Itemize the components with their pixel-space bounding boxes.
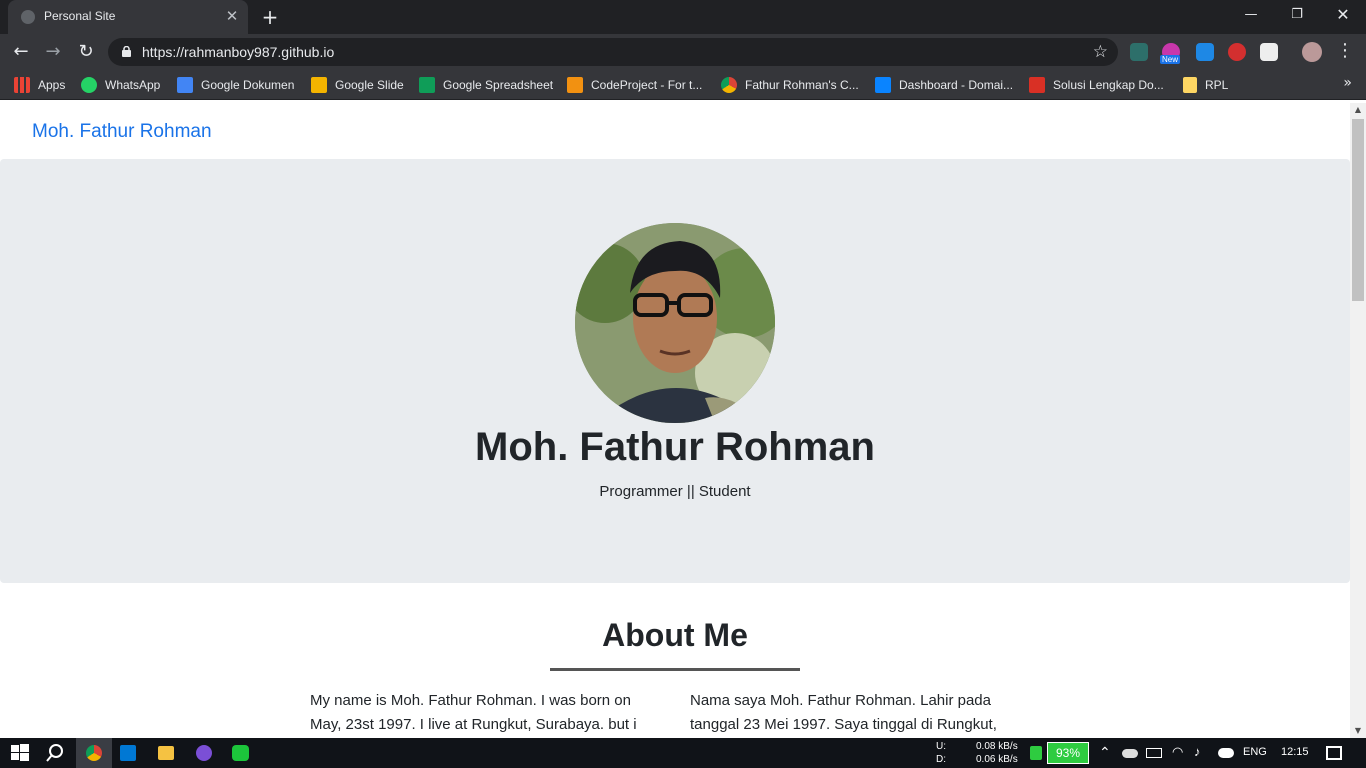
file-explorer-icon[interactable]: [158, 746, 174, 760]
google-sheets-icon: [419, 77, 435, 93]
menu-icon[interactable]: ⋮: [1336, 40, 1354, 61]
profile-avatar[interactable]: [1302, 42, 1322, 62]
wifi-icon[interactable]: ◠: [1172, 744, 1183, 760]
chrome-icon: [86, 745, 102, 761]
browser-toolbar: ← → ↻ https://rahmanboy987.github.io ☆ ⋮: [0, 34, 1366, 70]
battery-status-icon[interactable]: [1146, 748, 1162, 758]
close-tab-icon[interactable]: ✕: [223, 7, 241, 25]
profile-photo: [575, 223, 775, 423]
folder-icon: [1183, 77, 1197, 93]
volume-icon[interactable]: ♪: [1194, 744, 1201, 759]
bookmark-star-icon[interactable]: ☆: [1093, 42, 1108, 62]
windows-taskbar: U: D: 0.08 kB/s 0.06 kB/s 93% ⌃ ◠ ♪ ENG …: [0, 738, 1366, 768]
bookmark-whatsapp[interactable]: WhatsApp: [81, 76, 160, 94]
about-heading: About Me: [602, 617, 748, 653]
bookmark-apps[interactable]: Apps: [14, 76, 65, 94]
globe-icon: [21, 10, 35, 24]
navbar-brand-link[interactable]: Moh. Fathur Rohman: [32, 121, 212, 143]
line-messenger-icon[interactable]: [232, 745, 249, 761]
bookmark-rpl[interactable]: RPL: [1183, 76, 1228, 94]
upload-speed: 0.08 kB/s: [976, 741, 1018, 752]
recycle-extension-icon[interactable]: [1130, 43, 1148, 61]
show-hidden-icons-chevron-icon[interactable]: ⌃: [1099, 744, 1111, 761]
bookmark-google-slide[interactable]: Google Slide: [311, 76, 404, 94]
codeproject-icon: [567, 77, 583, 93]
whatsapp-icon: [81, 77, 97, 93]
battery-indicator[interactable]: 93%: [1047, 742, 1089, 764]
bookmark-solusi-lengkap[interactable]: Solusi Lengkap Do...: [1029, 76, 1164, 94]
scroll-thumb[interactable]: [1352, 119, 1364, 301]
shield-icon[interactable]: [1030, 746, 1042, 760]
lock-icon: [122, 46, 131, 57]
google-slides-icon: [311, 77, 327, 93]
apps-grid-icon: [14, 77, 30, 93]
close-window-button[interactable]: ✕: [1320, 0, 1366, 30]
onedrive-cloud-icon[interactable]: [1122, 749, 1138, 758]
browser-tab[interactable]: Personal Site ✕: [8, 0, 248, 34]
clock[interactable]: 12:15: [1281, 746, 1309, 758]
chrome-taskbar-button[interactable]: [76, 738, 112, 768]
new-tab-button[interactable]: +: [259, 6, 281, 28]
heading-divider: [550, 668, 800, 671]
hero-section: Moh. Fathur Rohman Programmer || Student: [0, 159, 1350, 583]
language-indicator[interactable]: ENG: [1243, 746, 1267, 758]
bookmark-codeproject[interactable]: CodeProject - For t...: [567, 76, 702, 94]
cloud-upload-icon[interactable]: [1218, 748, 1234, 758]
restore-button[interactable]: ❐: [1274, 0, 1320, 30]
download-label: D:: [936, 754, 946, 765]
scroll-up-arrow-icon[interactable]: ▲: [1350, 103, 1366, 117]
upload-label: U:: [936, 741, 946, 752]
bookmark-fathur-rohman[interactable]: Fathur Rohman's C...: [721, 76, 859, 94]
domain-icon: [875, 77, 891, 93]
cast-extension-icon[interactable]: [1196, 43, 1214, 61]
url-text: https://rahmanboy987.github.io: [142, 44, 335, 60]
page-scrollbar[interactable]: ▲ ▼: [1350, 103, 1366, 738]
more-bookmarks-icon[interactable]: »: [1343, 75, 1352, 91]
google-docs-icon: [177, 77, 193, 93]
title-bar: Personal Site ✕ + — ❐ ✕: [0, 0, 1366, 34]
minimize-button[interactable]: —: [1228, 0, 1274, 30]
solusi-icon: [1029, 77, 1045, 93]
about-indonesian-text: Nama saya Moh. Fathur Rohman. Lahir pada…: [690, 692, 997, 733]
hero-subtitle: Programmer || Student: [599, 483, 751, 500]
bookmarks-bar: Apps WhatsApp Google Dokumen Google Slid…: [0, 70, 1366, 100]
github-desktop-icon[interactable]: [196, 745, 212, 761]
back-button[interactable]: ←: [9, 40, 33, 64]
chrome-icon: [721, 77, 737, 93]
new-badge: New: [1160, 55, 1181, 64]
scroll-down-arrow-icon[interactable]: ▼: [1350, 724, 1366, 738]
address-bar[interactable]: https://rahmanboy987.github.io ☆: [108, 38, 1118, 66]
bookmark-google-spreadsheet[interactable]: Google Spreadsheet: [419, 76, 553, 94]
page-extension-icon[interactable]: [1260, 43, 1278, 61]
bookmark-google-dokumen[interactable]: Google Dokumen: [177, 76, 294, 94]
forward-button[interactable]: →: [41, 40, 65, 64]
bookmark-dashboard-domain[interactable]: Dashboard - Domai...: [875, 76, 1013, 94]
vscode-icon[interactable]: [120, 745, 136, 761]
search-icon[interactable]: [43, 741, 67, 765]
windows-start-icon[interactable]: [8, 741, 32, 765]
hero-name-heading: Moh. Fathur Rohman: [475, 425, 875, 469]
red-extension-icon[interactable]: [1228, 43, 1246, 61]
about-english-text: My name is Moh. Fathur Rohman. I was bor…: [310, 692, 637, 733]
notifications-icon[interactable]: [1326, 746, 1342, 760]
download-speed: 0.06 kB/s: [976, 754, 1018, 765]
tab-title: Personal Site: [44, 9, 116, 23]
reload-button[interactable]: ↻: [74, 40, 98, 64]
web-page: Moh. Fathur Rohman Moh. Fathur Rohman Pr…: [0, 103, 1350, 738]
